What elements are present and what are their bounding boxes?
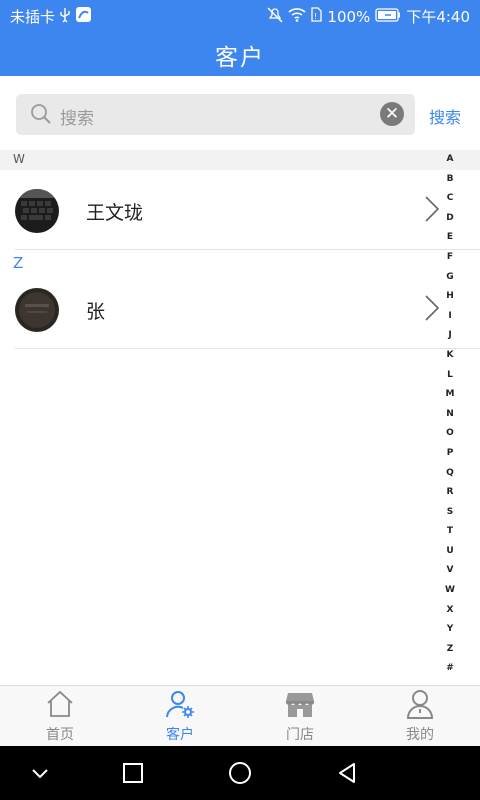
contact-row[interactable]: 王文珑	[0, 172, 480, 250]
row-divider	[15, 348, 480, 349]
svg-text:!: !	[314, 12, 317, 21]
app-notification-icon	[75, 6, 92, 27]
bottom-tab-bar: 首页 客户 门店 我的	[0, 685, 480, 747]
index-letter[interactable]: Q	[443, 468, 457, 488]
tab-store[interactable]: 门店	[240, 686, 360, 747]
contact-row[interactable]: 张	[0, 271, 480, 349]
wifi-icon	[288, 7, 306, 26]
tab-customers[interactable]: 客户	[120, 686, 240, 747]
usb-icon	[59, 7, 71, 27]
tab-label: 客户	[166, 727, 194, 743]
home-icon	[45, 689, 75, 719]
index-letter[interactable]: H	[443, 291, 457, 311]
index-letter[interactable]: K	[443, 350, 457, 370]
section-header-w: W	[0, 150, 480, 170]
index-letter[interactable]: Z	[443, 644, 457, 664]
back-icon[interactable]	[335, 761, 359, 785]
chevron-right-icon	[424, 195, 440, 227]
index-letter[interactable]: E	[443, 232, 457, 252]
tab-label: 我的	[406, 727, 434, 743]
index-letter[interactable]: I	[443, 311, 457, 331]
avatar	[15, 189, 59, 233]
tab-label: 门店	[286, 727, 314, 743]
index-letter[interactable]: Y	[443, 624, 457, 644]
index-letter[interactable]: C	[443, 193, 457, 213]
index-letter[interactable]: P	[443, 448, 457, 468]
index-letter[interactable]: V	[443, 565, 457, 585]
search-row: 搜索 ✕ 搜索	[0, 76, 480, 150]
clock-text: 下午4:40	[406, 8, 470, 26]
chevron-down-icon[interactable]	[28, 761, 52, 785]
index-letter[interactable]: U	[443, 546, 457, 566]
customer-gear-icon	[165, 689, 195, 719]
contact-name: 张	[86, 301, 106, 323]
index-letter[interactable]: O	[443, 428, 457, 448]
index-letter[interactable]: J	[443, 330, 457, 350]
tab-mine[interactable]: 我的	[360, 686, 480, 747]
index-letter[interactable]: A	[443, 154, 457, 174]
alphabet-index[interactable]: A B C D E F G H I J K L M N O P Q R S T U V W X Y Z #	[443, 154, 457, 683]
sim-icon: !	[311, 7, 323, 26]
page-title: 客户	[215, 45, 265, 71]
battery-icon	[375, 7, 401, 26]
section-letter: Z	[13, 254, 24, 272]
avatar	[15, 288, 59, 332]
contact-name: 王文珑	[86, 202, 144, 224]
search-placeholder: 搜索	[60, 109, 94, 129]
search-button[interactable]: 搜索	[429, 104, 461, 128]
tab-home[interactable]: 首页	[0, 686, 120, 747]
index-letter[interactable]: D	[443, 213, 457, 233]
index-letter[interactable]: S	[443, 507, 457, 527]
mute-icon	[267, 6, 283, 27]
index-letter[interactable]: M	[443, 389, 457, 409]
section-letter: W	[13, 152, 25, 166]
recent-apps-icon[interactable]	[121, 761, 145, 785]
system-nav-bar	[0, 746, 480, 800]
index-letter[interactable]: R	[443, 487, 457, 507]
carrier-text: 未插卡	[10, 8, 56, 26]
index-letter[interactable]: W	[443, 585, 457, 605]
search-icon	[30, 103, 52, 129]
index-letter[interactable]: L	[443, 370, 457, 390]
clear-search-icon[interactable]: ✕	[380, 102, 404, 126]
index-letter[interactable]: T	[443, 526, 457, 546]
index-letter[interactable]: B	[443, 174, 457, 194]
store-icon	[285, 689, 315, 719]
search-input[interactable]: 搜索 ✕	[16, 94, 415, 135]
battery-percent: 100%	[327, 7, 371, 26]
home-button-icon[interactable]	[228, 761, 252, 785]
header-bar: 客户	[0, 30, 480, 76]
chevron-right-icon	[424, 294, 440, 326]
index-letter[interactable]: F	[443, 252, 457, 272]
index-letter[interactable]: N	[443, 409, 457, 429]
tab-label: 首页	[46, 727, 74, 743]
profile-icon	[405, 689, 435, 719]
index-letter[interactable]: #	[443, 663, 457, 683]
index-letter[interactable]: X	[443, 605, 457, 625]
status-bar: 未插卡 ! 100% 下午4:40	[0, 0, 480, 30]
index-letter[interactable]: G	[443, 272, 457, 292]
